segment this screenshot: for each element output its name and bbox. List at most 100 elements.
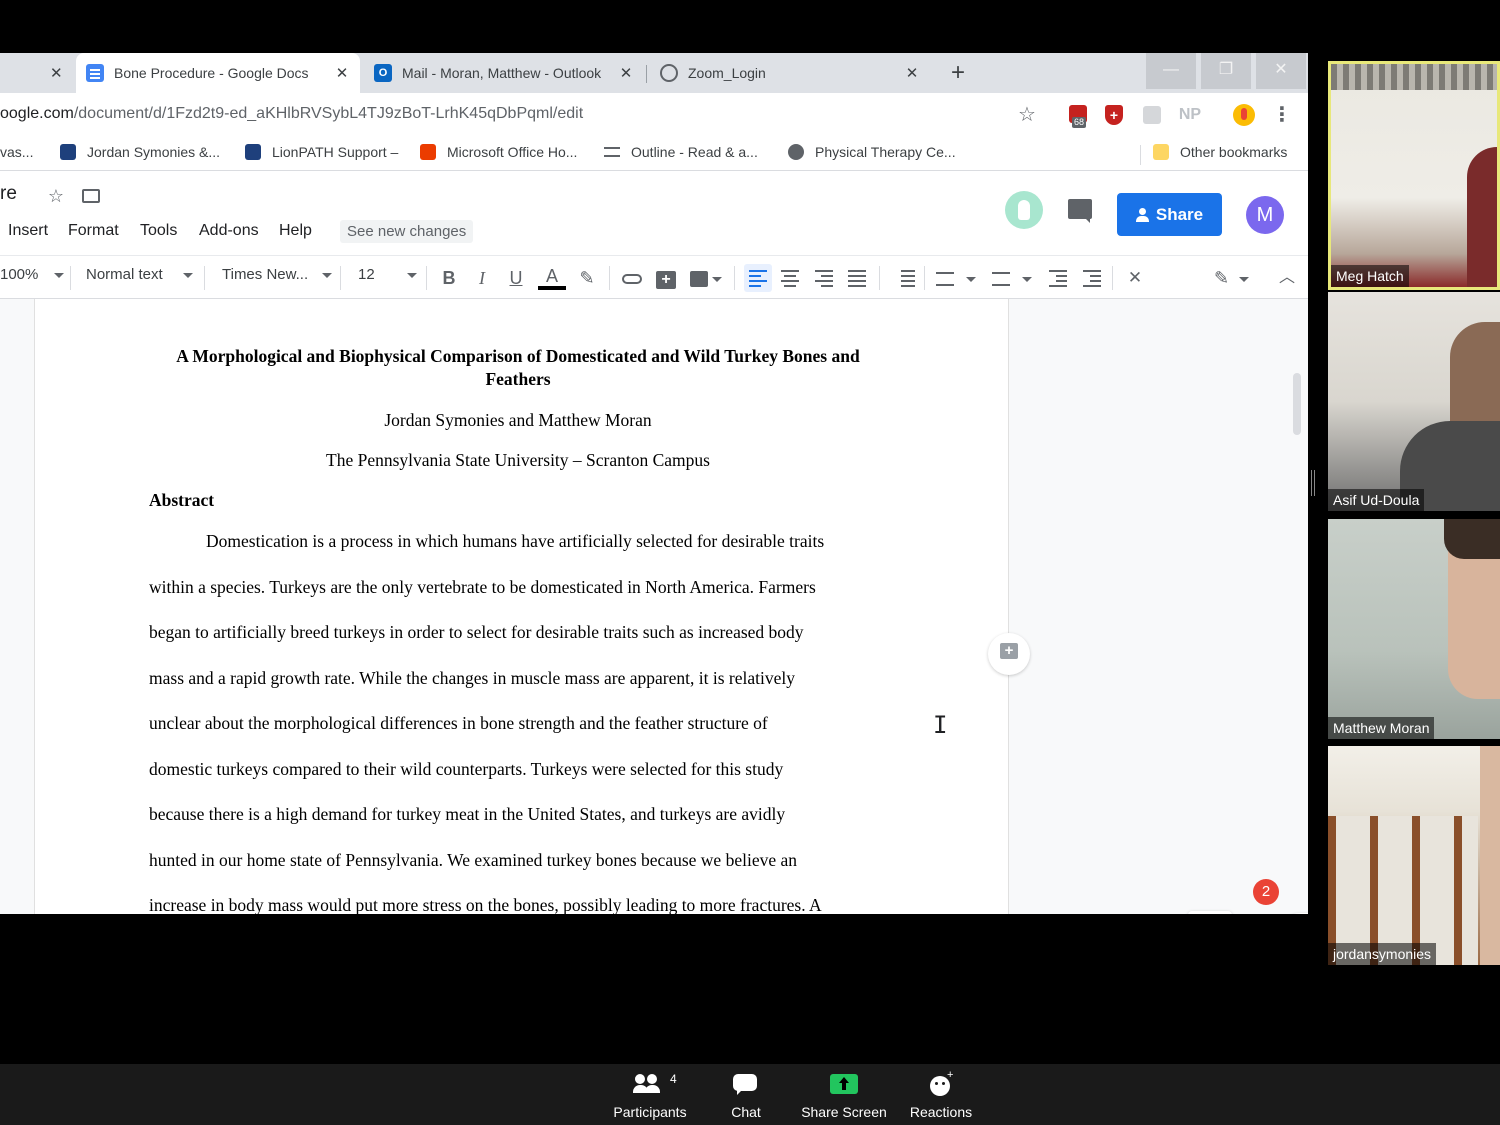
font-size-select[interactable]: 12 [358,266,417,283]
reactions-icon: + [928,1069,954,1098]
underline-button[interactable]: U [504,266,528,290]
bookmark-item[interactable]: Jordan Symonies &... [60,144,220,160]
decrease-indent-icon[interactable] [1046,266,1070,290]
menu-format[interactable]: Format [68,222,119,240]
menu-insert[interactable]: Insert [8,222,48,240]
italic-button[interactable]: I [470,266,494,290]
bookmark-item[interactable]: Physical Therapy Ce... [788,144,956,160]
clear-formatting-icon[interactable]: ✕ [1123,266,1147,290]
video-tile-meg-hatch[interactable]: Meg Hatch [1328,61,1500,290]
participant-name: Meg Hatch [1331,265,1409,287]
increase-indent-icon[interactable] [1080,266,1104,290]
bookmark-item[interactable]: Microsoft Office Ho... [420,144,577,160]
justify-button[interactable] [845,266,869,290]
extension-np-icon[interactable]: NP [1176,103,1204,127]
browser-menu-icon[interactable]: ⋮ [1270,103,1294,127]
video-tile-asif-ud-doula[interactable]: Asif Ud-Doula [1328,292,1500,511]
bookmark-item[interactable]: LionPATH Support – [245,144,398,160]
google-docs-icon [86,64,104,82]
bookmark-label: Outline - Read & a... [631,144,758,160]
editing-mode-button[interactable]: ✎ [1214,266,1258,290]
zoom-control-bar: 4 Participants Chat Share Screen + React… [0,1064,1500,1125]
align-left-button[interactable] [744,264,772,292]
shared-browser-window: ✕ Bone Procedure - Google Docs ✕ O Mail … [0,53,1308,914]
tab-close-icon[interactable]: ✕ [50,64,63,82]
account-avatar[interactable]: M [1246,196,1284,234]
comments-icon[interactable] [1068,199,1092,223]
address-bar-row: oogle.com/document/d/1Fzd2t9-ed_aKHlbRVS… [0,93,1308,137]
font-select[interactable]: Times New... [222,266,333,283]
explore-button[interactable]: ✦ [1188,911,1232,914]
address-bar[interactable]: oogle.com/document/d/1Fzd2t9-ed_aKHlbRVS… [0,105,583,123]
tab-divider [646,65,647,83]
chat-button[interactable]: Chat [716,1064,776,1125]
text-color-button[interactable]: A [538,266,566,290]
tab-close-icon[interactable]: ✕ [904,64,920,82]
zoom-select[interactable]: 100% [0,266,65,283]
bookmark-label: Microsoft Office Ho... [447,144,578,160]
bold-button[interactable]: B [437,266,461,290]
other-bookmarks-folder[interactable]: Other bookmarks [1153,144,1287,160]
tab-close-icon[interactable]: ✕ [334,64,350,82]
reactions-button[interactable]: + Reactions [904,1064,978,1125]
side-panel-toggle[interactable]: ‹ [1280,913,1308,914]
numbered-list-button[interactable] [936,266,982,290]
tab-outlook-mail[interactable]: O Mail - Moran, Matthew - Outlook ✕ [364,53,644,93]
bulleted-list-button[interactable] [992,266,1038,290]
add-comment-float-button[interactable] [988,633,1030,675]
add-comment-icon[interactable]: + [654,266,678,290]
insert-image-icon[interactable] [686,266,726,290]
see-new-changes-link[interactable]: See new changes [340,220,474,243]
line-spacing-icon[interactable] [890,266,915,290]
bookmark-item[interactable]: Outline - Read & a... [604,144,758,160]
highlight-color-icon[interactable]: ✎ [575,266,599,290]
share-screen-button[interactable]: Share Screen [796,1064,892,1125]
chevron-up-icon[interactable]: ︿ [1275,266,1299,290]
document-title[interactable]: re [0,183,17,205]
tab-zoom-login[interactable]: Zoom_Login ✕ [650,53,930,93]
folder-icon [1153,144,1169,160]
menu-addons[interactable]: Add-ons [199,222,259,240]
minimize-button[interactable]: — [1146,53,1196,89]
toolbar-divider [879,266,880,290]
star-icon[interactable]: ☆ [45,185,67,207]
align-center-button[interactable] [778,266,802,290]
restore-button[interactable]: ❐ [1201,53,1251,89]
url-path: /document/d/1Fzd2t9-ed_aKHlbRVSybL4TJ9zB… [73,105,584,122]
align-right-button[interactable] [812,266,836,290]
abstract-paragraph: Domestication is a process in which huma… [149,519,887,914]
tab-google-docs[interactable]: Bone Procedure - Google Docs ✕ [76,53,360,93]
link-icon[interactable] [620,266,644,290]
share-button[interactable]: Share [1117,193,1222,236]
meet-icon[interactable] [1005,191,1043,229]
toolbar-divider [924,266,925,290]
bookmark-item[interactable]: vas... [0,144,33,160]
video-tile-matthew-moran[interactable]: Matthew Moran [1328,519,1500,739]
shield-icon[interactable]: + [1102,103,1126,127]
tab-close-icon[interactable]: ✕ [618,64,634,82]
panel-resize-handle[interactable] [1311,470,1315,496]
extension-mic-icon[interactable] [1232,103,1256,127]
move-to-folder-icon[interactable] [80,185,102,207]
abstract-line: because there is a high demand for turke… [149,804,786,824]
chevron-down-icon [406,272,417,278]
extension-icon[interactable]: 68 [1066,103,1090,128]
new-tab-button[interactable]: + [944,61,972,87]
video-tile-jordansymonies[interactable]: jordansymonies [1328,746,1500,965]
window-close-button[interactable]: ✕ [1256,53,1306,89]
scrollbar-thumb[interactable] [1293,373,1301,435]
docs-header: re ☆ Insert Format Tools Add-ons Help Se… [0,171,1308,255]
penn-state-icon [60,144,76,160]
align-right-icon [815,270,833,287]
participants-button[interactable]: 4 Participants [600,1064,700,1125]
paragraph-style-select[interactable]: Normal text [86,266,193,283]
bookmark-star-icon[interactable]: ☆ [1015,103,1039,127]
menu-help[interactable]: Help [279,222,312,240]
menu-tools[interactable]: Tools [140,222,177,240]
abstract-line: began to artificially breed turkeys in o… [149,622,804,642]
abstract-heading: Abstract [149,490,215,510]
globe-icon [788,144,804,160]
extension-r-icon[interactable] [1140,103,1164,127]
document-page[interactable]: A Morphological and Biophysical Comparis… [34,299,1009,914]
video-person [1480,746,1500,965]
